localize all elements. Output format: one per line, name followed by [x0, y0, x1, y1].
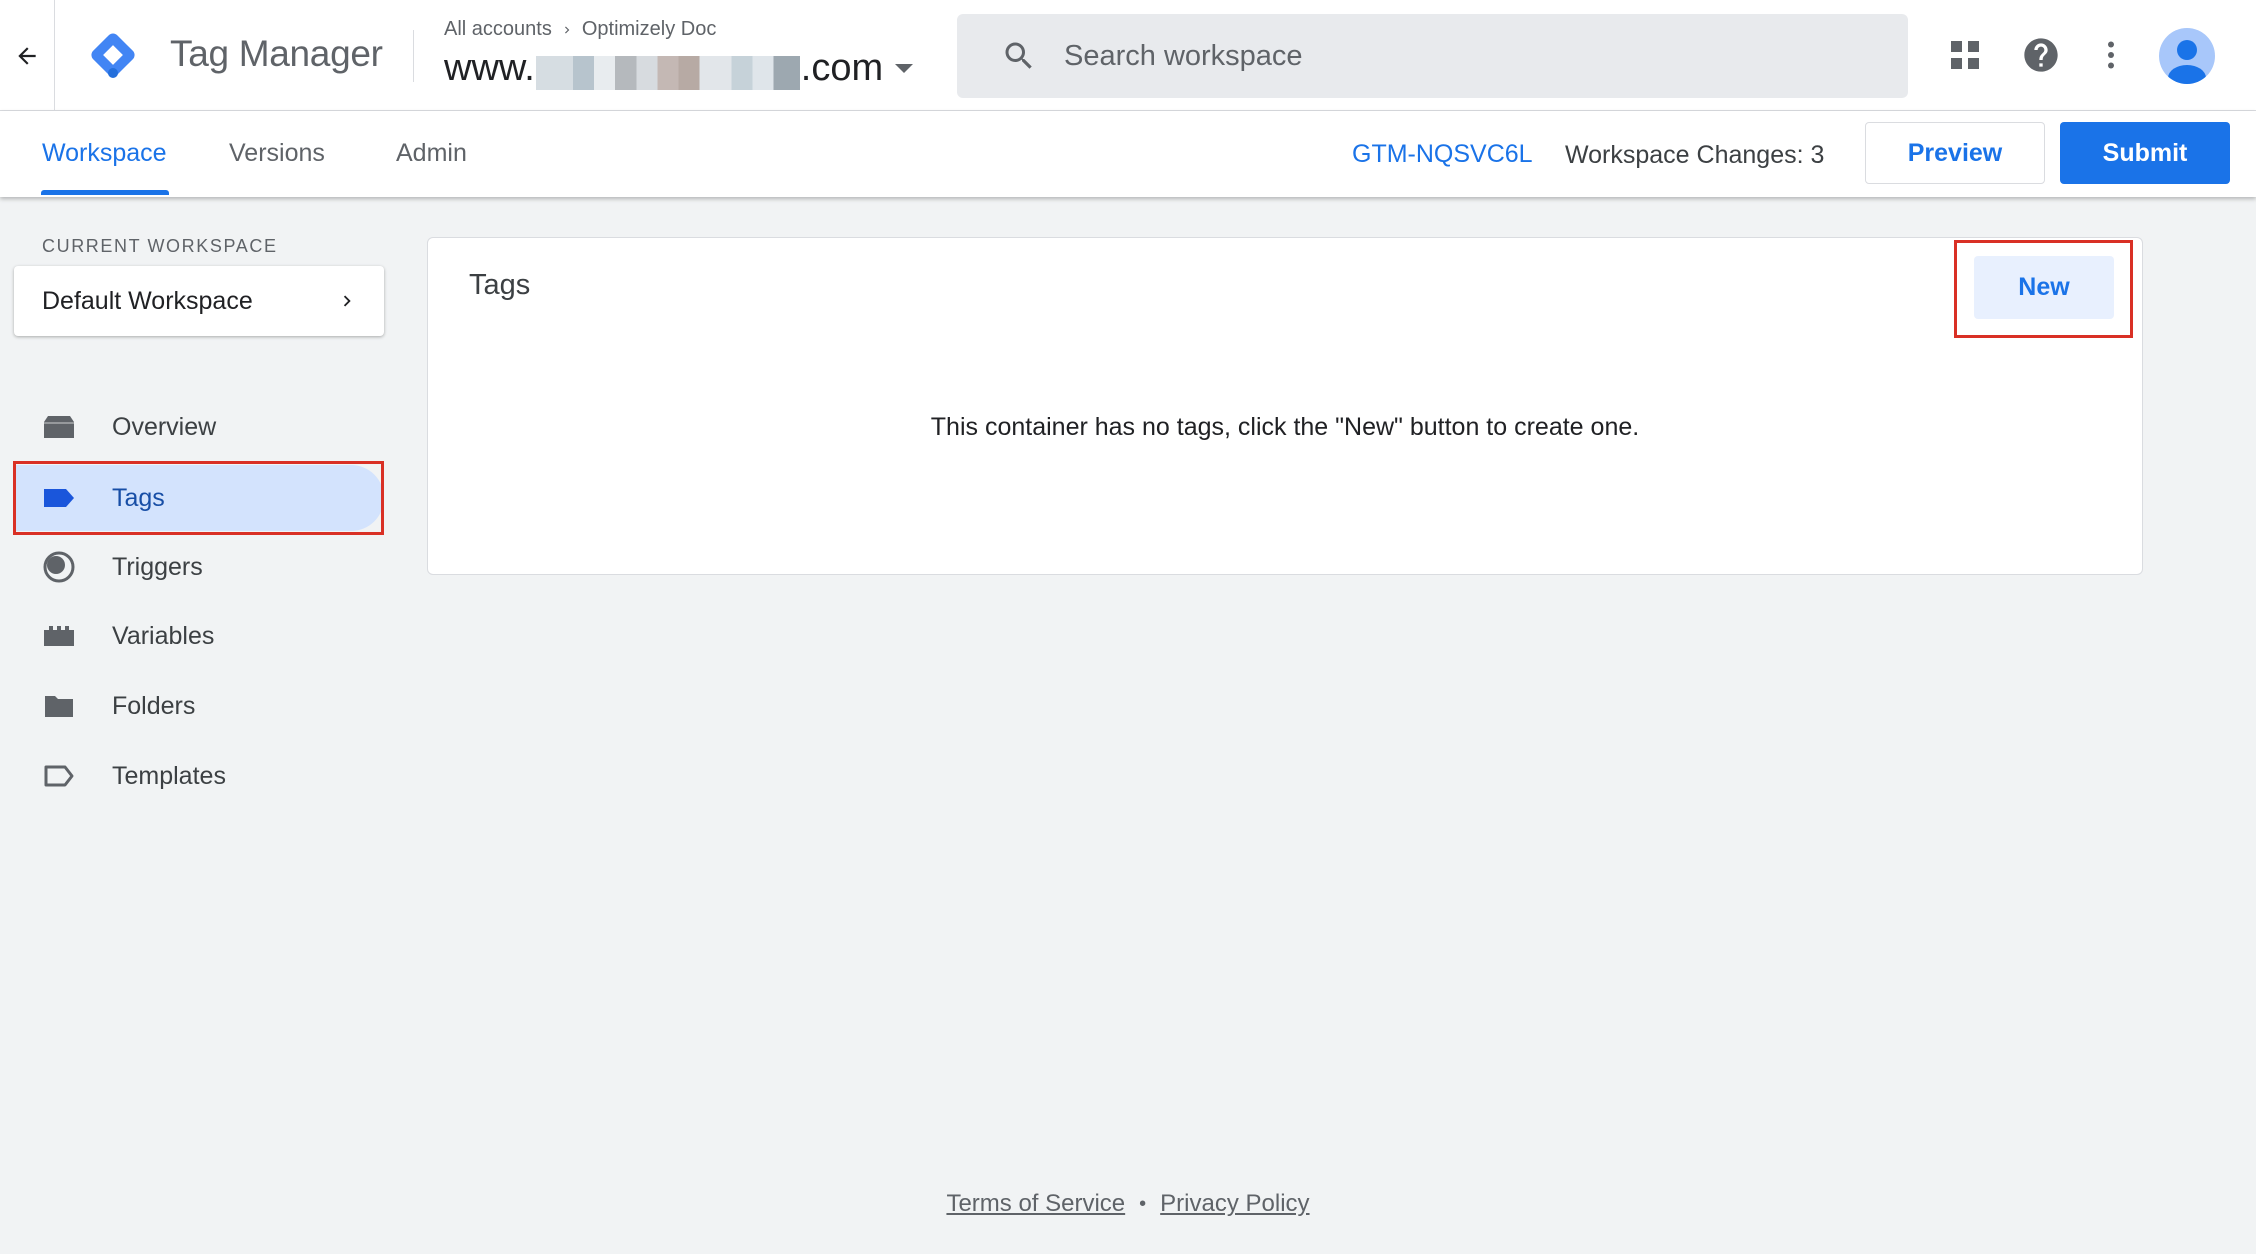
workspace-changes-count: Workspace Changes: 3: [1565, 141, 1825, 169]
account-avatar[interactable]: [2159, 28, 2215, 84]
sidebar-item-overview[interactable]: Overview: [14, 394, 384, 460]
variables-icon: [42, 621, 76, 651]
sidebar-item-label: Overview: [112, 412, 217, 441]
sidebar-item-tags[interactable]: Tags: [14, 465, 384, 531]
terms-of-service-link[interactable]: Terms of Service: [946, 1190, 1125, 1218]
preview-button[interactable]: Preview: [1865, 122, 2045, 184]
tab-versions[interactable]: Versions: [229, 139, 325, 168]
sidebar-item-label: Templates: [112, 761, 226, 790]
privacy-policy-link[interactable]: Privacy Policy: [1160, 1190, 1309, 1218]
app-title: Tag Manager: [170, 33, 383, 74]
workspace-toolbar: Workspace Versions Admin GTM-NQSVC6L Wor…: [0, 111, 2256, 197]
footer-separator: •: [1139, 1192, 1147, 1215]
card-title: Tags: [469, 269, 531, 301]
chevron-right-icon: [343, 295, 351, 307]
search-input[interactable]: [1062, 38, 1826, 74]
container-name-suffix: .com: [800, 46, 884, 89]
workspace-selector[interactable]: Default Workspace: [14, 266, 384, 336]
sidebar-item-label: Tags: [112, 483, 165, 512]
divider: [413, 30, 414, 82]
apps-button[interactable]: [1940, 30, 1990, 80]
more-options-button[interactable]: [2086, 30, 2136, 80]
help-button[interactable]: [2016, 30, 2066, 80]
empty-state-message: This container has no tags, click the "N…: [930, 413, 1640, 441]
search-icon: [1005, 42, 1032, 69]
breadcrumb-all-accounts[interactable]: All accounts: [444, 18, 552, 41]
apps-grid-icon: [1951, 41, 1979, 69]
tags-card: Tags New This container has no tags, cli…: [427, 237, 2143, 575]
caret-down-icon: [895, 63, 914, 73]
sidebar-item-label: Triggers: [112, 552, 203, 581]
arrow-left-icon: [18, 46, 36, 65]
sidebar-item-label: Variables: [112, 621, 215, 650]
folder-icon: [42, 691, 76, 721]
chevron-right-icon: [564, 26, 570, 33]
template-icon: [42, 761, 76, 791]
sidebar-item-templates[interactable]: Templates: [14, 743, 384, 809]
tab-workspace[interactable]: Workspace: [42, 139, 167, 168]
footer: Terms of Service • Privacy Policy: [0, 1190, 2256, 1218]
sidebar-item-variables[interactable]: Variables: [14, 603, 384, 669]
more-vert-icon: [2108, 41, 2114, 69]
workspace-name: Default Workspace: [42, 286, 253, 315]
tag-manager-logo: [91, 33, 135, 78]
help-icon: [2024, 38, 2058, 72]
container-name-prefix: www.: [444, 46, 535, 89]
tab-admin[interactable]: Admin: [396, 139, 467, 168]
back-button[interactable]: [0, 0, 55, 111]
container-selector[interactable]: www. .com: [444, 44, 914, 92]
person-icon: [2168, 40, 2206, 84]
search-bar[interactable]: [957, 14, 1908, 98]
sidebar-item-triggers[interactable]: Triggers: [14, 534, 384, 600]
breadcrumb-account[interactable]: Optimizely Doc: [582, 18, 716, 41]
overview-icon: [42, 412, 76, 442]
sidebar-item-label: Folders: [112, 691, 196, 720]
container-id-link[interactable]: GTM-NQSVC6L: [1352, 140, 1533, 169]
submit-button[interactable]: Submit: [2060, 122, 2230, 184]
sidebar-item-folders[interactable]: Folders: [14, 673, 384, 739]
redacted-domain: [535, 56, 800, 90]
new-tag-button[interactable]: New: [1974, 256, 2114, 319]
top-app-bar: Tag Manager All accounts Optimizely Doc …: [0, 0, 2256, 111]
tag-icon: [42, 483, 76, 513]
breadcrumb: All accounts Optimizely Doc: [444, 18, 716, 41]
active-tab-indicator: [41, 190, 169, 195]
current-workspace-label: CURRENT WORKSPACE: [42, 236, 278, 256]
trigger-icon: [42, 551, 76, 583]
